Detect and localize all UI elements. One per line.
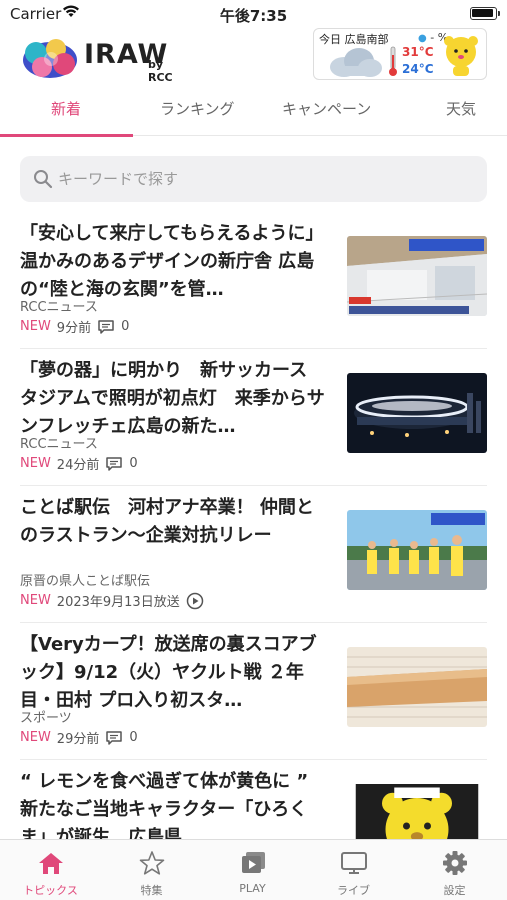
comment-icon [106, 730, 123, 745]
nav-play[interactable]: PLAY [202, 840, 303, 900]
news-item[interactable]: 「夢の器」に明かり 新サッカースタジアムで照明が初点灯 来季からサンフレッチェ広… [20, 349, 487, 486]
news-time: 24分前 [56, 458, 100, 473]
news-title: 【Veryカープ！放送席の裏スコアブック】9/12（火）ヤクルト戦 ２年目・田村… [20, 634, 317, 711]
tab-campaign[interactable]: キャンペーン [282, 98, 371, 119]
nav-topics[interactable]: トピックス [0, 840, 101, 900]
tv-icon [341, 852, 367, 874]
bottom-tab-bar: トピックス 特集 PLAY ライブ 設定 [0, 839, 507, 900]
nav-label: 特集 [140, 884, 163, 897]
nav-live[interactable]: ライブ [303, 840, 404, 900]
news-thumbnail[interactable] [347, 647, 487, 727]
nav-label: PLAY [239, 882, 266, 895]
high-temp: 31°C [402, 45, 434, 59]
play-icon [242, 852, 265, 873]
comment-icon [98, 319, 114, 334]
search-icon [34, 170, 53, 189]
nav-features[interactable]: 特集 [101, 840, 202, 900]
new-badge: NEW [20, 319, 51, 334]
news-item[interactable]: 「安心して来庁してもらえるように」温かみのあるデザインの新庁舎 広島の“陸と海の… [20, 212, 487, 349]
cloud-icon [330, 48, 382, 77]
thermometer-icon [389, 46, 397, 76]
star-icon [139, 851, 165, 875]
news-thumbnail[interactable] [347, 510, 487, 590]
gear-icon [443, 851, 467, 875]
tab-weather[interactable]: 天気 [446, 98, 476, 119]
search-input[interactable] [58, 156, 458, 202]
home-icon [39, 853, 63, 874]
battery-icon [470, 7, 500, 20]
app-logo[interactable]: IRAW by RCC [20, 36, 190, 84]
active-tab-indicator [0, 134, 133, 137]
news-title: 「夢の器」に明かり 新サッカースタジアムで照明が初点灯 来季からサンフレッチェ広… [20, 360, 325, 437]
news-thumbnail[interactable] [347, 236, 487, 316]
news-source: スポーツ [20, 711, 72, 726]
new-badge: NEW [20, 456, 51, 471]
play-circle-icon [186, 592, 203, 609]
news-meta: NEW 29分前 0 [20, 728, 138, 747]
nav-label: トピックス [23, 884, 78, 897]
status-time: 午後7:35 [219, 7, 288, 25]
news-title: 「安心して来庁してもらえるように」温かみのあるデザインの新庁舎 広島の“陸と海の… [20, 223, 324, 300]
new-badge: NEW [20, 593, 51, 608]
comment-icon [106, 456, 123, 471]
search-bar[interactable] [20, 156, 487, 202]
app-header: IRAW by RCC 今日 広島南部 ● - % 31°C 24°C [0, 28, 507, 86]
news-item[interactable]: 【Veryカープ！放送席の裏スコアブック】9/12（火）ヤクルト戦 ２年目・田村… [20, 623, 487, 760]
nav-label: 設定 [443, 884, 466, 897]
comment-count: 0 [121, 319, 130, 334]
news-time: 29分前 [56, 732, 100, 747]
category-tabs: 新着 ランキング キャンペーン 天気 [0, 86, 507, 137]
nav-label: ライブ [337, 884, 370, 897]
low-temp: 24°C [402, 62, 434, 76]
comment-count: 0 [129, 456, 138, 471]
news-meta: NEW 2023年9月13日放送 [20, 591, 204, 610]
logo-mark-icon [23, 39, 77, 78]
news-item[interactable]: ことば駅伝 河村アナ卒業！ 仲間とのラストラン～企業対抗リレー 原晋の県人ことば… [20, 486, 487, 623]
news-time: 9分前 [56, 321, 92, 336]
news-source: RCCニュース [20, 300, 98, 315]
broadcast-date: 2023年9月13日放送 [56, 595, 180, 610]
news-list: 「安心して来庁してもらえるように」温かみのあるデザインの新庁舎 広島の“陸と海の… [0, 212, 507, 897]
tab-ranking[interactable]: ランキング [160, 98, 235, 119]
mascot-character-icon [444, 36, 478, 76]
news-source: 原晋の県人ことば駅伝 [20, 574, 151, 589]
nav-settings[interactable]: 設定 [404, 840, 505, 900]
logo-subtext: by RCC [148, 58, 173, 84]
raindrop-icon: ● [418, 33, 427, 44]
news-meta: NEW 24分前 0 [20, 454, 138, 473]
weather-title: 今日 広島南部 [319, 33, 389, 46]
comment-count: 0 [129, 730, 138, 745]
status-bar: Carrier 午後7:35 [0, 0, 507, 28]
weather-widget[interactable]: 今日 広島南部 ● - % 31°C 24°C [313, 28, 487, 80]
news-meta: NEW 9分前 0 [20, 317, 129, 336]
news-thumbnail[interactable] [347, 373, 487, 453]
news-title: ことば駅伝 河村アナ卒業！ 仲間とのラストラン～企業対抗リレー [20, 497, 314, 546]
new-badge: NEW [20, 730, 51, 745]
tab-new[interactable]: 新着 [51, 98, 81, 119]
news-source: RCCニュース [20, 437, 98, 452]
